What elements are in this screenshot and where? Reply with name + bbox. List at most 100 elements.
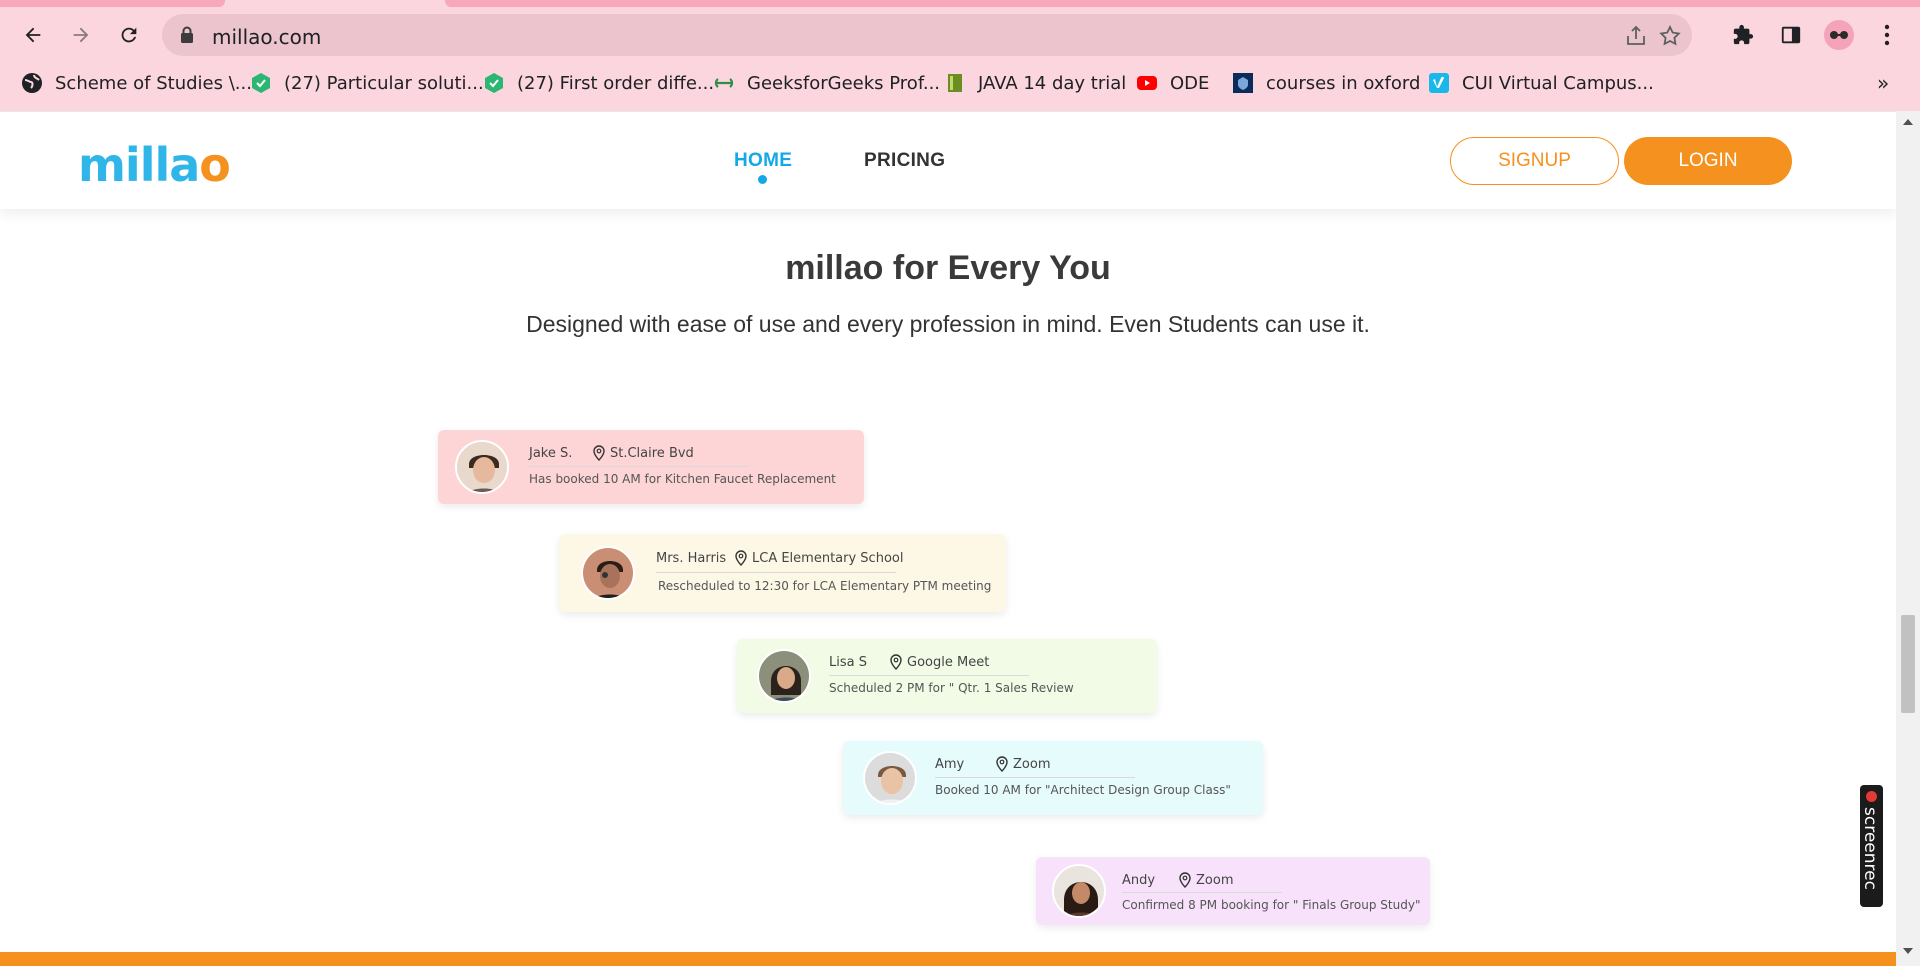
person-icon xyxy=(1054,866,1104,916)
card-location: St.Claire Bvd xyxy=(592,445,694,461)
footer-accent-bar xyxy=(0,952,1896,966)
menu-button[interactable] xyxy=(1872,20,1902,50)
signup-button[interactable]: SIGNUP xyxy=(1450,137,1619,185)
card-location-label: Google Meet xyxy=(907,654,990,670)
nav-pricing-link[interactable]: PRICING xyxy=(864,150,945,172)
card-location-label: Zoom xyxy=(1196,872,1234,888)
kebab-menu-icon xyxy=(1884,24,1890,46)
hexagon-check-icon xyxy=(485,73,503,93)
scroll-up-icon[interactable] xyxy=(1902,117,1914,127)
millao-logo[interactable]: millao xyxy=(78,138,231,192)
bookmark-item[interactable]: (27) Particular soluti... xyxy=(250,66,484,100)
scroll-down-icon[interactable] xyxy=(1902,946,1914,956)
person-icon xyxy=(457,442,507,492)
card-location-label: Zoom xyxy=(1013,756,1051,772)
login-button[interactable]: LOGIN xyxy=(1624,137,1792,185)
person-icon xyxy=(759,651,809,701)
bookmark-label: JAVA 14 day trial xyxy=(978,72,1127,94)
bookmark-item[interactable]: courses in oxford xyxy=(1232,66,1420,100)
browser-toolbar: millao.com xyxy=(0,12,1920,58)
back-button[interactable] xyxy=(18,20,48,50)
bookmark-item[interactable]: ODE xyxy=(1136,66,1209,100)
bookmarks-overflow-button[interactable]: » xyxy=(1877,66,1889,100)
bookmark-item[interactable]: CUI Virtual Campus... xyxy=(1428,66,1654,100)
location-pin-icon xyxy=(735,550,747,566)
card-message: Has booked 10 AM for Kitchen Faucet Repl… xyxy=(529,472,836,486)
card-name: Lisa S xyxy=(829,655,867,670)
person-icon xyxy=(583,548,633,598)
page-viewport: millao HOME PRICING SIGNUP LOGIN millao … xyxy=(0,111,1896,966)
scrollbar-thumb[interactable] xyxy=(1901,615,1915,713)
puzzle-icon xyxy=(1733,24,1754,45)
bookmark-item[interactable]: GeeksforGeeks Prof... xyxy=(713,66,940,100)
vimeo-icon xyxy=(1429,73,1449,93)
extensions-button[interactable] xyxy=(1728,20,1758,50)
tab-strip-left xyxy=(0,0,225,7)
location-pin-icon xyxy=(593,445,605,461)
geeksforgeeks-icon xyxy=(714,78,734,88)
profile-button[interactable] xyxy=(1824,20,1854,50)
record-dot-icon xyxy=(1866,791,1877,802)
card-name: Amy xyxy=(935,757,965,772)
booking-card: Amy Zoom Booked 10 AM for "Architect Des… xyxy=(843,741,1263,815)
card-location: LCA Elementary School xyxy=(734,550,903,566)
card-location: Zoom xyxy=(1178,872,1233,888)
card-name: Andy xyxy=(1122,873,1156,888)
site-header: millao HOME PRICING SIGNUP LOGIN xyxy=(0,111,1896,209)
bookmark-item[interactable]: JAVA 14 day trial xyxy=(944,66,1126,100)
share-icon[interactable] xyxy=(1624,24,1648,48)
star-icon[interactable] xyxy=(1658,24,1682,48)
avatar xyxy=(863,751,917,805)
section-title: millao for Every You xyxy=(785,249,1111,287)
card-divider xyxy=(656,572,896,573)
location-pin-icon xyxy=(996,756,1008,772)
avatar xyxy=(757,649,811,703)
bookmark-label: GeeksforGeeks Prof... xyxy=(747,72,941,94)
oxford-crest-icon xyxy=(1233,73,1253,93)
card-message: Scheduled 2 PM for " Qtr. 1 Sales Review xyxy=(829,681,1074,695)
reload-icon xyxy=(121,27,137,43)
screenrec-extension-tab[interactable]: screenrec xyxy=(1860,785,1883,907)
arrow-right-icon xyxy=(73,27,89,43)
avatar xyxy=(1052,864,1106,918)
card-divider xyxy=(1122,892,1282,893)
bookmark-item[interactable]: Scheme of Studies \... xyxy=(21,66,252,100)
card-location-label: St.Claire Bvd xyxy=(610,445,694,461)
bookmark-label: CUI Virtual Campus... xyxy=(1462,72,1654,94)
location-pin-icon xyxy=(1179,872,1191,888)
booking-card: Andy Zoom Confirmed 8 PM booking for " F… xyxy=(1036,857,1430,925)
active-indicator-dot xyxy=(758,175,767,184)
card-location: Zoom xyxy=(995,756,1050,772)
card-divider xyxy=(935,777,1135,778)
person-icon xyxy=(865,753,915,803)
nav-home-link[interactable]: HOME xyxy=(734,150,792,172)
lock-icon xyxy=(181,26,193,43)
card-location-label: LCA Elementary School xyxy=(752,550,904,566)
address-bar[interactable]: millao.com xyxy=(162,14,1692,56)
reload-button[interactable] xyxy=(114,20,144,50)
bookmark-label: Scheme of Studies \... xyxy=(55,72,252,94)
tab-strip xyxy=(0,0,1920,7)
card-divider xyxy=(829,675,1029,676)
section-subtitle: Designed with ease of use and every prof… xyxy=(526,311,1370,337)
hexagon-check-icon xyxy=(252,73,270,93)
screenrec-label: screenrec xyxy=(1860,807,1880,890)
book-icon xyxy=(948,74,962,92)
logo-text-accent: o xyxy=(199,138,231,192)
bookmark-label: (27) Particular soluti... xyxy=(284,72,484,94)
side-panel-button[interactable] xyxy=(1776,20,1806,50)
card-message: Confirmed 8 PM booking for " Finals Grou… xyxy=(1122,898,1421,912)
bookmark-item[interactable]: (27) First order diffe... xyxy=(483,66,714,100)
card-name: Mrs. Harris xyxy=(656,551,727,566)
forward-button[interactable] xyxy=(66,20,96,50)
page-scrollbar[interactable] xyxy=(1896,111,1920,966)
card-name: Jake S. xyxy=(529,446,573,461)
side-panel-icon xyxy=(1781,26,1801,44)
avatar xyxy=(455,440,509,494)
url-text: millao.com xyxy=(212,25,322,49)
booking-card: Mrs. Harris LCA Elementary School Resche… xyxy=(559,534,1006,612)
logo-text: milla xyxy=(78,138,200,192)
location-pin-icon xyxy=(890,654,902,670)
bookmarks-bar: Scheme of Studies \... (27) Particular s… xyxy=(0,66,1920,100)
booking-card: Lisa S Google Meet Scheduled 2 PM for " … xyxy=(737,639,1157,713)
